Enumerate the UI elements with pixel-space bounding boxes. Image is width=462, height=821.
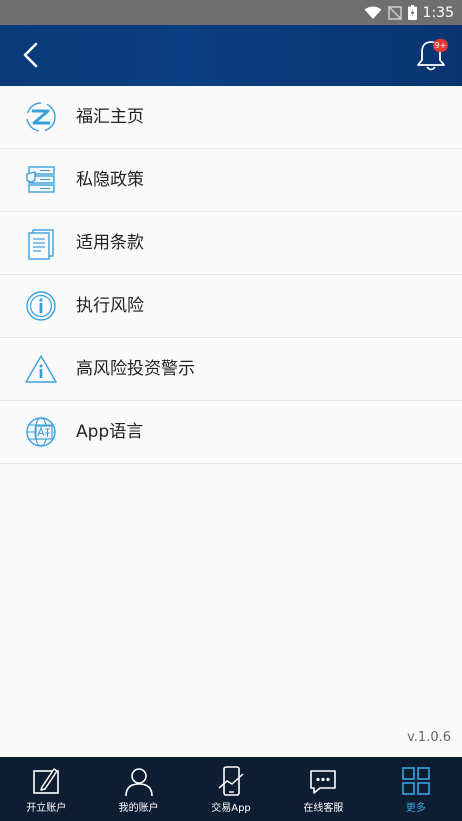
fxcm-logo-icon	[26, 102, 56, 132]
menu-item-app-language[interactable]: App语言	[0, 401, 462, 464]
info-circle-icon	[26, 291, 56, 321]
globe-language-icon	[26, 417, 56, 447]
tab-live-support[interactable]: 在线客服	[277, 757, 369, 821]
tab-more[interactable]: 更多	[370, 757, 462, 821]
status-bar: 1:35	[0, 0, 462, 25]
menu-item-label: App语言	[76, 422, 144, 442]
menu-item-label: 高风险投资警示	[76, 359, 195, 379]
more-menu-list: 福汇主页 私隐政策 适用条款 执行风险 高风险投资警示 App语言	[0, 86, 462, 464]
menu-item-execution-risk[interactable]: 执行风险	[0, 275, 462, 338]
warning-triangle-icon	[25, 355, 57, 383]
app-version: v.1.0.6	[407, 730, 451, 745]
battery-charging-icon	[407, 5, 417, 20]
menu-item-label: 执行风险	[76, 296, 144, 316]
menu-item-terms[interactable]: 适用条款	[0, 212, 462, 275]
grid-icon	[402, 767, 430, 795]
tab-label: 我的账户	[118, 803, 159, 814]
document-icon	[28, 229, 54, 260]
tab-open-account[interactable]: 开立账户	[0, 757, 92, 821]
tab-label: 更多	[405, 803, 426, 814]
phone-chart-icon	[218, 766, 244, 796]
back-arrow-icon[interactable]	[16, 39, 48, 71]
menu-item-fxcm-home[interactable]: 福汇主页	[0, 86, 462, 149]
menu-item-label: 适用条款	[76, 233, 144, 253]
chat-icon	[310, 770, 337, 794]
tab-my-account[interactable]: 我的账户	[92, 757, 184, 821]
app-header: 9+	[0, 25, 462, 86]
no-signal-icon	[387, 5, 402, 20]
privacy-server-icon	[26, 166, 55, 193]
status-time: 1:35	[422, 4, 454, 21]
wifi-icon	[364, 6, 382, 19]
tab-label: 开立账户	[26, 803, 67, 814]
notification-badge: 9+	[433, 39, 448, 52]
tab-trading-app[interactable]: 交易App	[185, 757, 277, 821]
tab-label: 在线客服	[303, 803, 344, 814]
user-icon	[124, 768, 153, 797]
menu-item-label: 私隐政策	[76, 170, 144, 190]
menu-item-privacy-policy[interactable]: 私隐政策	[0, 149, 462, 212]
menu-item-high-risk-warning[interactable]: 高风险投资警示	[0, 338, 462, 401]
tab-label: 交易App	[211, 803, 251, 814]
edit-form-icon	[33, 768, 60, 794]
menu-item-label: 福汇主页	[76, 107, 144, 127]
bottom-tab-bar: 开立账户 我的账户 交易App 在线客服 更多	[0, 757, 462, 821]
